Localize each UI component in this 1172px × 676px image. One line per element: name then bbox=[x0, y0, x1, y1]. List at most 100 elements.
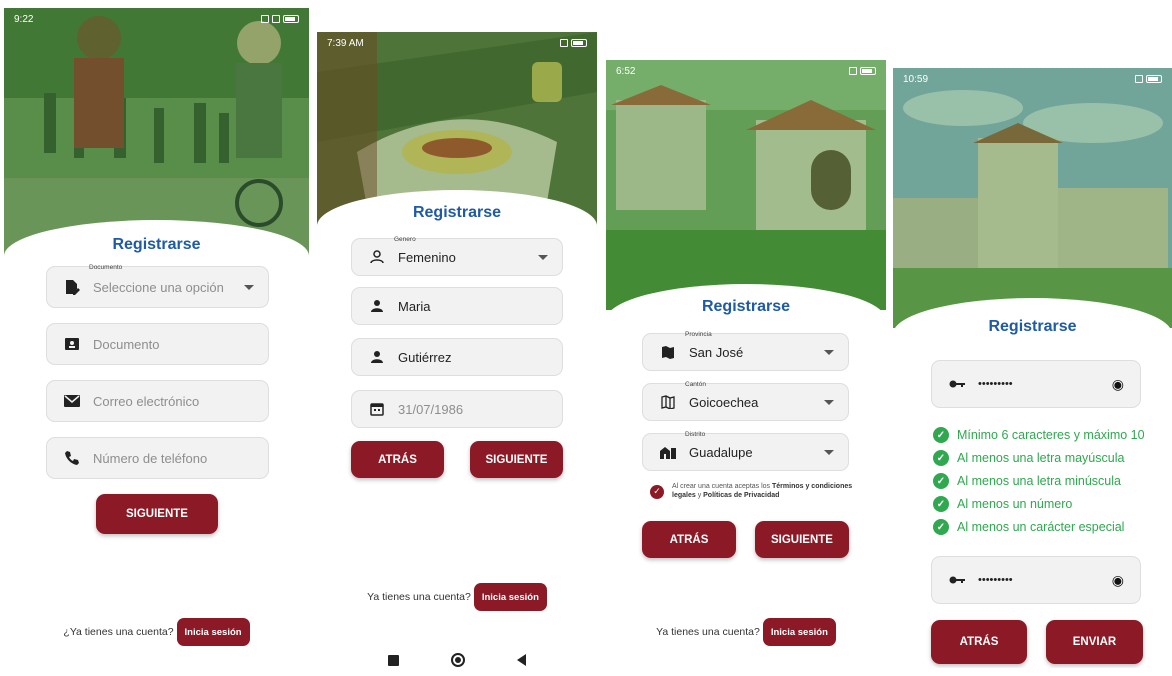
login-button[interactable]: Inicia sesión bbox=[473, 583, 547, 611]
check-circle-icon: ✓ bbox=[933, 450, 949, 466]
rule-text: Mínimo 6 caracteres y máximo 10 bbox=[957, 428, 1145, 442]
email-input[interactable]: Correo electrónico bbox=[46, 380, 269, 422]
map-outline-icon bbox=[659, 393, 677, 411]
page-title: Registrarse bbox=[112, 236, 201, 253]
id-card-icon bbox=[63, 335, 81, 353]
document-type-label: Documento bbox=[89, 264, 123, 271]
screen-register-password: 10:59 Registrarse ••••••••• ◉ ✓ Mínimo 6 … bbox=[893, 68, 1172, 668]
check-circle-icon: ✓ bbox=[933, 473, 949, 489]
map-icon bbox=[659, 343, 677, 361]
page-title: Registrarse bbox=[988, 318, 1077, 335]
document-type-value: Seleccione una opción bbox=[93, 279, 224, 295]
back-nav-icon[interactable] bbox=[517, 654, 526, 666]
back-button[interactable]: ATRÁS bbox=[642, 521, 736, 558]
status-icons bbox=[560, 39, 587, 47]
status-bar: 7:39 AM bbox=[317, 32, 597, 54]
terms-agreement[interactable]: ✓ Al crear una cuenta aceptas los Términ… bbox=[650, 483, 870, 501]
send-button[interactable]: ENVIAR bbox=[1046, 620, 1143, 664]
phone-icon bbox=[63, 449, 81, 467]
phone-placeholder: Número de teléfono bbox=[93, 450, 208, 466]
province-select[interactable]: Provincia San José bbox=[642, 331, 849, 371]
calendar-icon bbox=[368, 400, 386, 418]
rule-row: ✓ Al menos un número bbox=[933, 496, 1072, 512]
next-button[interactable]: SIGUIENTE bbox=[755, 521, 849, 558]
battery-icon bbox=[571, 39, 587, 47]
eye-icon[interactable]: ◉ bbox=[1112, 572, 1124, 589]
password-value: ••••••••• bbox=[978, 378, 1013, 390]
document-type-select[interactable]: Documento Seleccione una opción bbox=[46, 264, 269, 308]
battery-icon bbox=[1146, 75, 1162, 83]
birth-date-input[interactable]: 31/07/1986 bbox=[351, 390, 563, 428]
back-button[interactable]: ATRÁS bbox=[351, 441, 444, 478]
login-prompt-text: ¿Ya tienes una cuenta? bbox=[63, 626, 174, 638]
form-card: Registrarse Provincia San José Cantón Go… bbox=[606, 284, 886, 656]
person-icon bbox=[368, 297, 386, 315]
checkbox-checked-icon[interactable]: ✓ bbox=[650, 484, 664, 499]
rule-row: ✓ Al menos una letra minúscula bbox=[933, 473, 1121, 489]
privacy-link[interactable]: Políticas de Privacidad bbox=[703, 492, 779, 499]
login-prompt-row: ¿Ya tienes una cuenta? Inicia sesión bbox=[4, 618, 309, 646]
battery-icon bbox=[283, 15, 299, 23]
province-label: Provincia bbox=[685, 331, 712, 338]
email-placeholder: Correo electrónico bbox=[93, 393, 200, 409]
district-label: Distrito bbox=[685, 431, 706, 438]
canton-select[interactable]: Cantón Goicoechea bbox=[642, 381, 849, 421]
key-icon bbox=[948, 571, 966, 589]
recents-icon[interactable] bbox=[388, 654, 399, 666]
next-button[interactable]: SIGUIENTE bbox=[96, 494, 218, 534]
first-name-input[interactable]: Maria bbox=[351, 287, 563, 325]
page-title: Registrarse bbox=[412, 204, 502, 221]
gender-select[interactable]: Genero Femenino bbox=[351, 236, 563, 276]
confirm-password-input[interactable]: ••••••••• ◉ bbox=[931, 556, 1141, 604]
status-time: 10:59 bbox=[903, 73, 929, 85]
screen-register-personal: 7:39 AM Registrarse Genero Femenino Mari… bbox=[317, 32, 597, 676]
status-bar: 6:52 bbox=[606, 60, 886, 82]
status-time: 9:22 bbox=[14, 13, 34, 25]
rule-row: ✓ Al menos un carácter especial bbox=[933, 519, 1124, 535]
status-bar: 10:59 bbox=[893, 68, 1172, 90]
gender-label: Genero bbox=[394, 236, 416, 243]
form-card: Registrarse Genero Femenino Maria Gutiér… bbox=[317, 190, 597, 676]
chevron-down-icon bbox=[244, 284, 254, 290]
phone-input[interactable]: Número de teléfono bbox=[46, 437, 269, 479]
status-time: 6:52 bbox=[616, 65, 636, 77]
mail-icon bbox=[63, 392, 81, 410]
screen-register-document: 9:22 Registrarse Documento Seleccione un… bbox=[4, 8, 309, 660]
document-input[interactable]: Documento bbox=[46, 323, 269, 365]
eye-icon[interactable]: ◉ bbox=[1112, 376, 1124, 393]
district-select[interactable]: Distrito Guadalupe bbox=[642, 431, 849, 471]
screen-register-location: 6:52 Registrarse Provincia San José Cant… bbox=[606, 60, 886, 656]
hero-image-building bbox=[893, 68, 1172, 328]
battery-icon bbox=[860, 67, 876, 75]
back-button[interactable]: ATRÁS bbox=[931, 620, 1027, 664]
chevron-down-icon bbox=[538, 254, 548, 260]
check-circle-icon: ✓ bbox=[933, 519, 949, 535]
person-outline-icon bbox=[368, 248, 386, 266]
document-placeholder: Documento bbox=[93, 336, 160, 352]
status-time: 7:39 AM bbox=[327, 37, 364, 49]
first-name-value: Maria bbox=[398, 298, 431, 314]
login-button[interactable]: Inicia sesión bbox=[176, 618, 250, 646]
page-title: Registrarse bbox=[701, 298, 791, 315]
gender-value: Femenino bbox=[398, 249, 456, 265]
last-name-input[interactable]: Gutiérrez bbox=[351, 338, 563, 376]
chevron-down-icon bbox=[824, 399, 834, 405]
province-value: San José bbox=[689, 344, 744, 360]
password-input[interactable]: ••••••••• ◉ bbox=[931, 360, 1141, 408]
rule-text: Al menos una letra minúscula bbox=[957, 474, 1121, 488]
login-prompt-row: Ya tienes una cuenta? Inicia sesión bbox=[606, 618, 886, 646]
confirm-password-value: ••••••••• bbox=[978, 574, 1013, 586]
login-prompt-text: Ya tienes una cuenta? bbox=[367, 591, 471, 603]
status-icons bbox=[1135, 75, 1162, 83]
login-prompt-text: Ya tienes una cuenta? bbox=[656, 626, 760, 638]
person-icon bbox=[368, 348, 386, 366]
status-bar: 9:22 bbox=[4, 8, 309, 30]
birth-date-value: 31/07/1986 bbox=[398, 401, 464, 417]
home-icon[interactable] bbox=[451, 653, 465, 667]
rule-row: ✓ Mínimo 6 caracteres y máximo 10 bbox=[933, 427, 1145, 443]
next-button[interactable]: SIGUIENTE bbox=[470, 441, 563, 478]
status-icons bbox=[261, 15, 299, 23]
status-icons bbox=[849, 67, 876, 75]
terms-prefix: Al crear una cuenta aceptas los bbox=[672, 483, 773, 490]
login-button[interactable]: Inicia sesión bbox=[762, 618, 836, 646]
